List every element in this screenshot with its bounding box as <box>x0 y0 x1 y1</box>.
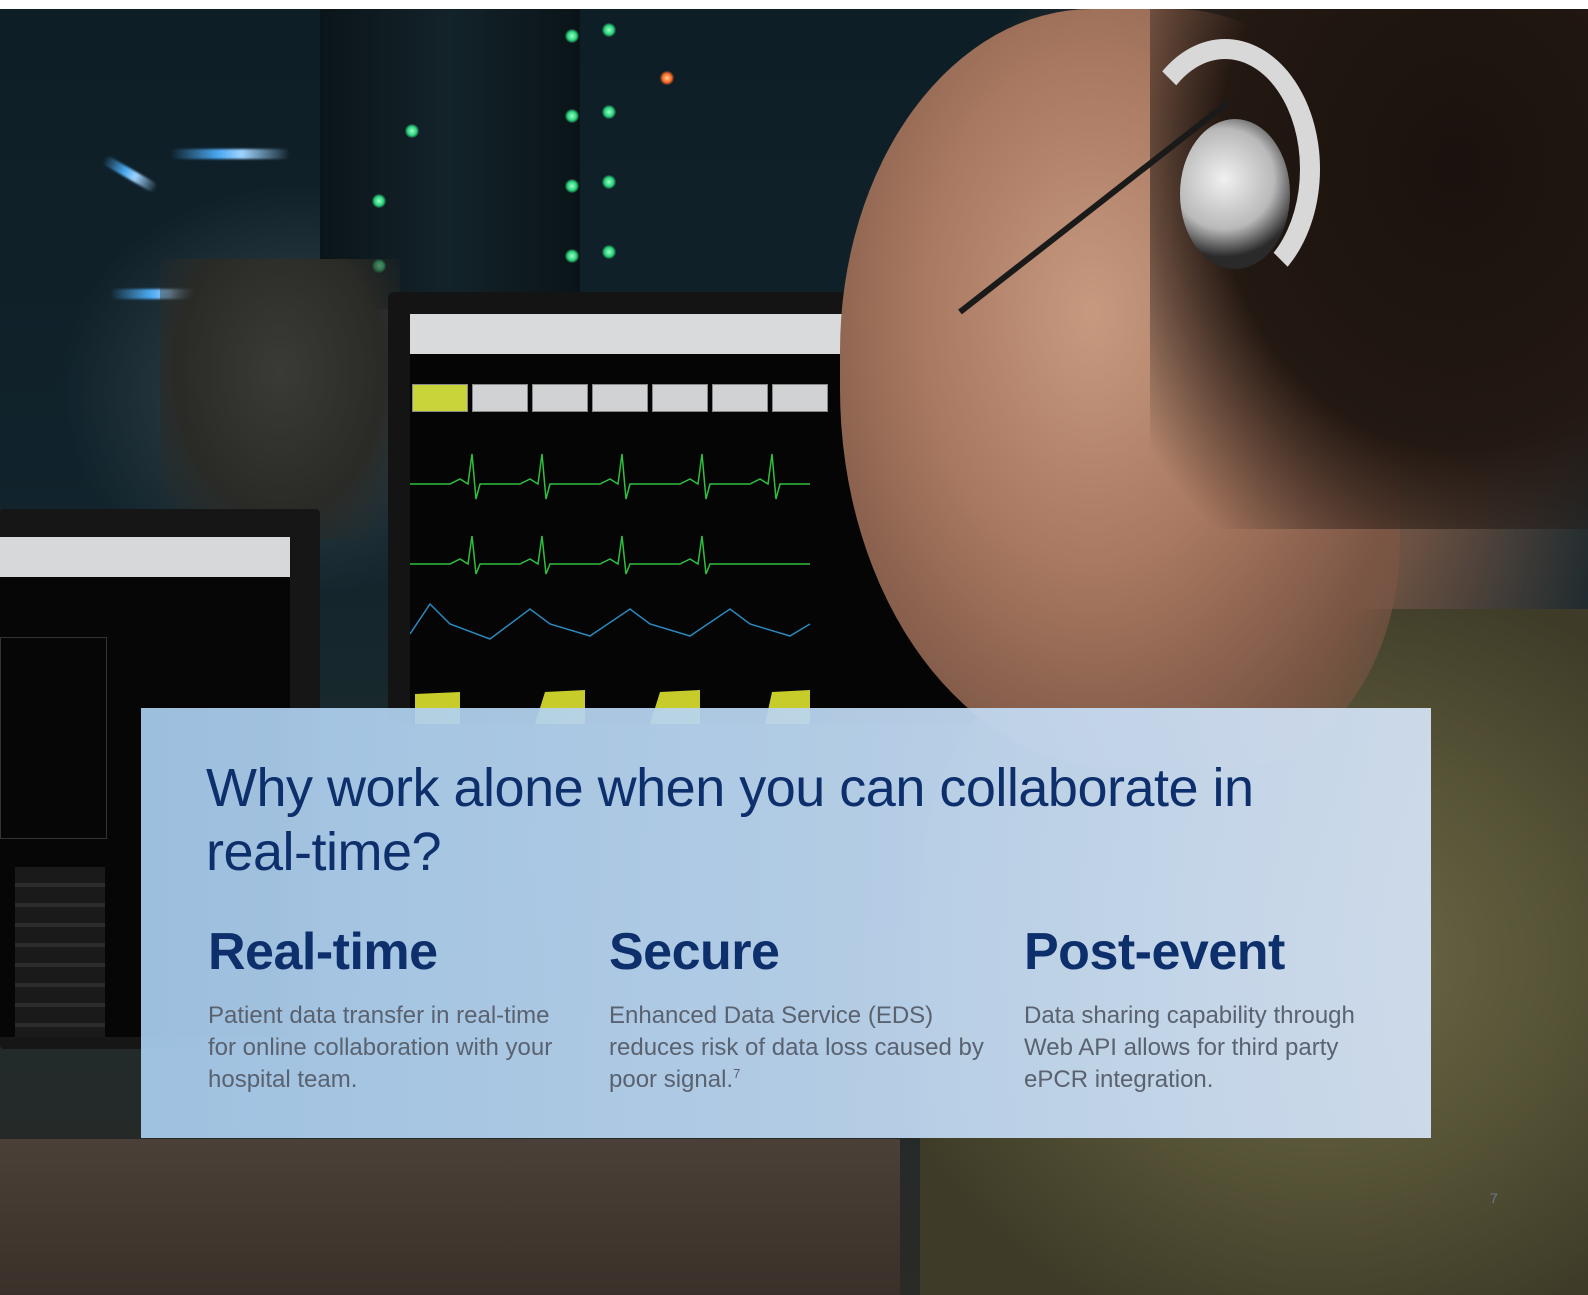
server-led <box>602 245 616 259</box>
feature-title: Post-event <box>1024 923 1285 981</box>
feature-description: Patient data transfer in real-time for o… <box>208 1002 553 1093</box>
monitor-tab <box>652 384 708 412</box>
server-led <box>660 71 674 85</box>
monitor-tab <box>592 384 648 412</box>
server-led <box>602 105 616 119</box>
background-person <box>160 259 400 539</box>
feature-title: Real-time <box>208 923 438 981</box>
ambient-light <box>170 149 290 159</box>
server-led <box>565 249 579 263</box>
headline: Why work alone when you can collaborate … <box>206 758 1254 882</box>
ambient-light <box>101 154 159 194</box>
monitor-tab <box>532 384 588 412</box>
headset-earpiece <box>1180 119 1290 269</box>
feature-description: Data sharing capability through Web API … <box>1024 1002 1355 1093</box>
feature-real-time: Real-time Patient data transfer in real-… <box>208 922 578 1096</box>
ecg-waveforms <box>410 453 811 724</box>
server-led <box>602 175 616 189</box>
page: ​ Why work alone when you can collaborat… <box>0 0 1588 1295</box>
monitor-tab <box>712 384 768 412</box>
feature-post-event: Post-event Data sharing capability throu… <box>1024 922 1394 1096</box>
monitor-panel <box>0 637 107 839</box>
footnote-marker: 7 <box>733 1066 741 1081</box>
feature-title: Secure <box>609 923 780 981</box>
feature-description: Enhanced Data Service (EDS) reduces risk… <box>609 1002 984 1093</box>
browser-bar <box>0 537 290 577</box>
server-led <box>372 194 386 208</box>
ecg-trace <box>410 453 810 500</box>
page-number: 7 <box>1490 1190 1498 1206</box>
monitor-buttons <box>15 867 105 1037</box>
monitor-tab <box>412 384 468 412</box>
feature-secure: Secure Enhanced Data Service (EDS) reduc… <box>609 922 999 1096</box>
server-led <box>405 124 419 138</box>
server-led <box>565 29 579 43</box>
pleth-trace <box>410 602 811 640</box>
server-led <box>565 109 579 123</box>
monitor-tab <box>472 384 528 412</box>
server-led <box>602 23 616 37</box>
content-panel: Why work alone when you can collaborate … <box>141 708 1431 1138</box>
monitor-tab <box>772 384 828 412</box>
desk <box>0 1139 900 1295</box>
server-led <box>565 179 579 193</box>
ecg-trace <box>410 535 810 575</box>
